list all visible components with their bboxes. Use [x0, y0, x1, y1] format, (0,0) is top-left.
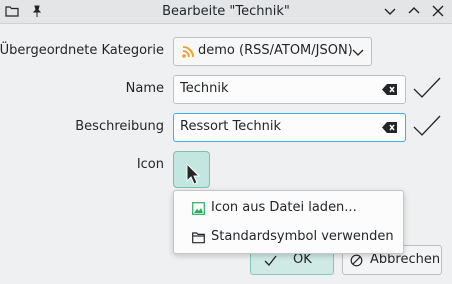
- checkmark-icon: [413, 115, 441, 136]
- chevron-down-icon[interactable]: [382, 3, 398, 19]
- chevron-up-icon[interactable]: [406, 3, 422, 19]
- folder-icon: [192, 232, 205, 244]
- cancel-icon: [350, 254, 363, 267]
- description-label: Beschreibung: [75, 119, 164, 134]
- icon-label: Icon: [136, 157, 164, 172]
- icon-menu: Icon aus Datei laden... Standardsymbol v…: [173, 190, 404, 254]
- parent-category-combo[interactable]: demo (RSS/ATOM/JSON): [173, 37, 372, 66]
- mouse-cursor-icon: [186, 163, 200, 185]
- checkmark-icon: [264, 255, 277, 266]
- clear-icon[interactable]: [382, 83, 398, 96]
- ok-button-label: OK: [293, 252, 312, 267]
- menu-item-use-default[interactable]: Standardsymbol verwenden: [174, 223, 403, 252]
- close-icon[interactable]: [430, 3, 446, 19]
- parent-category-value: demo (RSS/ATOM/JSON): [198, 43, 353, 58]
- checkmark-icon: [413, 77, 441, 98]
- description-value: Ressort Technik: [180, 119, 282, 134]
- image-icon: [192, 202, 205, 215]
- menu-item-label: Standardsymbol verwenden: [211, 229, 394, 244]
- name-value: Technik: [180, 81, 229, 96]
- name-label: Name: [125, 81, 164, 96]
- description-field[interactable]: Ressort Technik: [173, 113, 406, 142]
- menu-item-label: Icon aus Datei laden...: [211, 200, 357, 215]
- rss-icon: [182, 46, 194, 58]
- clear-icon[interactable]: [382, 121, 398, 134]
- parent-category-label: Übergeordnete Kategorie: [0, 43, 164, 58]
- cancel-button-label: Abbrechen: [370, 252, 441, 267]
- name-field[interactable]: Technik: [173, 75, 406, 104]
- menu-item-load-from-file[interactable]: Icon aus Datei laden...: [174, 194, 403, 223]
- chevron-down-icon: [352, 49, 364, 56]
- title-bar: Bearbeite "Technik": [0, 0, 452, 24]
